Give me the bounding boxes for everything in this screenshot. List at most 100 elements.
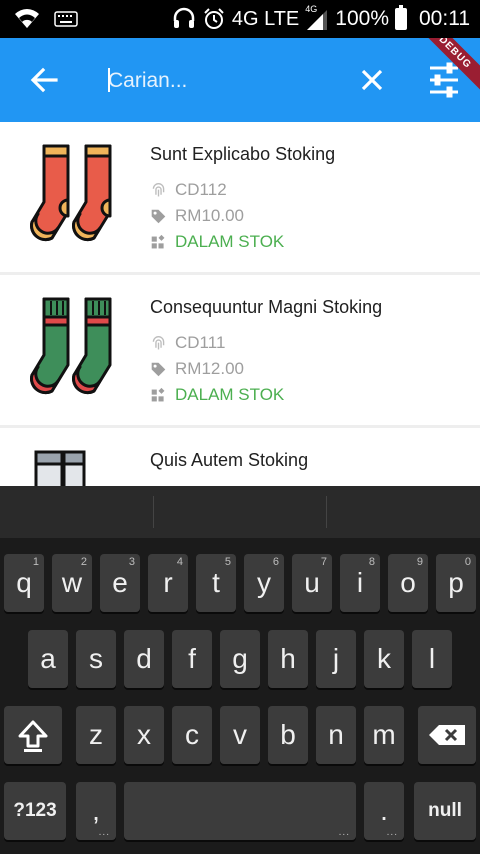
key-e-label: e bbox=[112, 567, 128, 598]
key-w-label: w bbox=[61, 567, 83, 598]
key-d[interactable]: d bbox=[124, 630, 164, 688]
key-hint: 6 bbox=[272, 556, 279, 568]
backspace-key[interactable] bbox=[418, 706, 476, 764]
key-z[interactable]: z bbox=[76, 706, 116, 764]
stock-status: DALAM STOK bbox=[175, 232, 285, 251]
key-m[interactable]: m bbox=[364, 706, 404, 764]
product-price-row: RM12.00 bbox=[150, 359, 244, 379]
list-item[interactable]: Sunt Explicabo Stoking CD112 RM10.00 DAL… bbox=[0, 122, 480, 272]
key-n-label: n bbox=[328, 719, 344, 750]
product-stock-row: DALAM STOK bbox=[150, 385, 284, 405]
stock-status: DALAM STOK bbox=[175, 385, 285, 404]
space-key[interactable]: ... bbox=[124, 782, 356, 840]
key-u[interactable]: u7 bbox=[292, 554, 332, 612]
battery-icon bbox=[395, 5, 407, 30]
key-l[interactable]: l bbox=[412, 630, 452, 688]
key-o[interactable]: o9 bbox=[388, 554, 428, 612]
key-hint: 3 bbox=[128, 556, 135, 568]
key-b[interactable]: b bbox=[268, 706, 308, 764]
tag-icon bbox=[151, 362, 166, 376]
product-list[interactable]: Sunt Explicabo Stoking CD112 RM10.00 DAL… bbox=[0, 122, 480, 486]
key-r-label: r bbox=[163, 567, 173, 598]
action-key-label: null bbox=[428, 800, 462, 821]
key-x[interactable]: x bbox=[124, 706, 164, 764]
key-e[interactable]: e3 bbox=[100, 554, 140, 612]
key-hint: 9 bbox=[416, 556, 423, 568]
key-a-label: a bbox=[40, 643, 56, 674]
key-hint: 4 bbox=[176, 556, 183, 568]
key-h[interactable]: h bbox=[268, 630, 308, 688]
key-m-label: m bbox=[372, 719, 396, 750]
key-g-label: g bbox=[232, 643, 248, 674]
key-p-label: p bbox=[448, 567, 464, 598]
key-t-label: t bbox=[212, 567, 220, 598]
period-key[interactable]: .... bbox=[364, 782, 404, 840]
key-w[interactable]: w2 bbox=[52, 554, 92, 612]
text-cursor bbox=[108, 68, 110, 92]
list-item[interactable]: Quis Autem Stoking bbox=[0, 428, 480, 486]
key-v[interactable]: v bbox=[220, 706, 260, 764]
key-t[interactable]: t5 bbox=[196, 554, 236, 612]
close-icon[interactable] bbox=[352, 60, 392, 100]
period-key-label: . bbox=[380, 795, 388, 826]
key-l-label: l bbox=[428, 643, 436, 674]
product-price-row: RM10.00 bbox=[150, 206, 244, 226]
sock-green-icon bbox=[30, 297, 112, 395]
key-i-label: i bbox=[356, 567, 364, 598]
comma-key-label: , bbox=[92, 795, 100, 826]
key-f[interactable]: f bbox=[172, 630, 212, 688]
comma-key[interactable]: ,... bbox=[76, 782, 116, 840]
key-q[interactable]: q1 bbox=[4, 554, 44, 612]
product-price: RM12.00 bbox=[175, 359, 244, 378]
shift-key[interactable] bbox=[4, 706, 62, 764]
key-hint: 0 bbox=[464, 556, 471, 568]
clock: 00:11 bbox=[419, 7, 470, 30]
product-stock-row: DALAM STOK bbox=[150, 232, 284, 252]
key-j[interactable]: j bbox=[316, 630, 356, 688]
arrow-left-icon[interactable] bbox=[24, 60, 64, 100]
keyboard-icon bbox=[54, 11, 78, 27]
key-a[interactable]: a bbox=[28, 630, 68, 688]
sock-grey-icon bbox=[34, 450, 86, 486]
key-r[interactable]: r4 bbox=[148, 554, 188, 612]
key-s[interactable]: s bbox=[76, 630, 116, 688]
key-c-label: c bbox=[185, 719, 199, 750]
sock-red-icon bbox=[30, 144, 112, 242]
key-b-label: b bbox=[280, 719, 296, 750]
product-code-row: CD111 bbox=[150, 333, 225, 353]
shift-icon bbox=[18, 720, 48, 752]
signal-icon: 4G bbox=[305, 4, 329, 30]
action-key[interactable]: null bbox=[414, 782, 476, 840]
numbers-key-label: ?123 bbox=[13, 800, 57, 821]
product-name: Quis Autem Stoking bbox=[150, 450, 309, 470]
key-n[interactable]: n bbox=[316, 706, 356, 764]
key-c[interactable]: c bbox=[172, 706, 212, 764]
key-p[interactable]: p0 bbox=[436, 554, 476, 612]
product-price: RM10.00 bbox=[175, 206, 244, 225]
key-hint: 2 bbox=[80, 556, 87, 568]
key-y[interactable]: y6 bbox=[244, 554, 284, 612]
key-hint: 5 bbox=[224, 556, 231, 568]
key-more-hint: ... bbox=[338, 827, 350, 838]
suggestion-strip bbox=[0, 486, 480, 538]
key-s-label: s bbox=[89, 643, 103, 674]
alarm-icon bbox=[204, 8, 224, 29]
numbers-key[interactable]: ?123 bbox=[4, 782, 66, 840]
key-more-hint: ... bbox=[98, 827, 110, 838]
key-x-label: x bbox=[137, 719, 151, 750]
key-y-label: y bbox=[257, 567, 271, 598]
key-g[interactable]: g bbox=[220, 630, 260, 688]
key-hint: 1 bbox=[32, 556, 39, 568]
soft-keyboard: q 1 w 2 e 3 r 4 t 5 y 6 u 7 i 8 o 9 p 0 a s d f g h j k l z x c v b n m ?123… bbox=[0, 486, 480, 854]
key-i[interactable]: i8 bbox=[340, 554, 380, 612]
key-more-hint: ... bbox=[386, 827, 398, 838]
list-item[interactable]: Consequuntur Magni Stoking CD111 RM12.00… bbox=[0, 275, 480, 425]
key-k[interactable]: k bbox=[364, 630, 404, 688]
key-hint: 8 bbox=[368, 556, 375, 568]
key-v-label: v bbox=[233, 719, 247, 750]
fingerprint-icon bbox=[152, 335, 165, 349]
suggestion-divider bbox=[153, 496, 154, 528]
key-u-label: u bbox=[304, 567, 320, 598]
headset-icon bbox=[173, 7, 195, 28]
search-input[interactable] bbox=[106, 62, 340, 100]
